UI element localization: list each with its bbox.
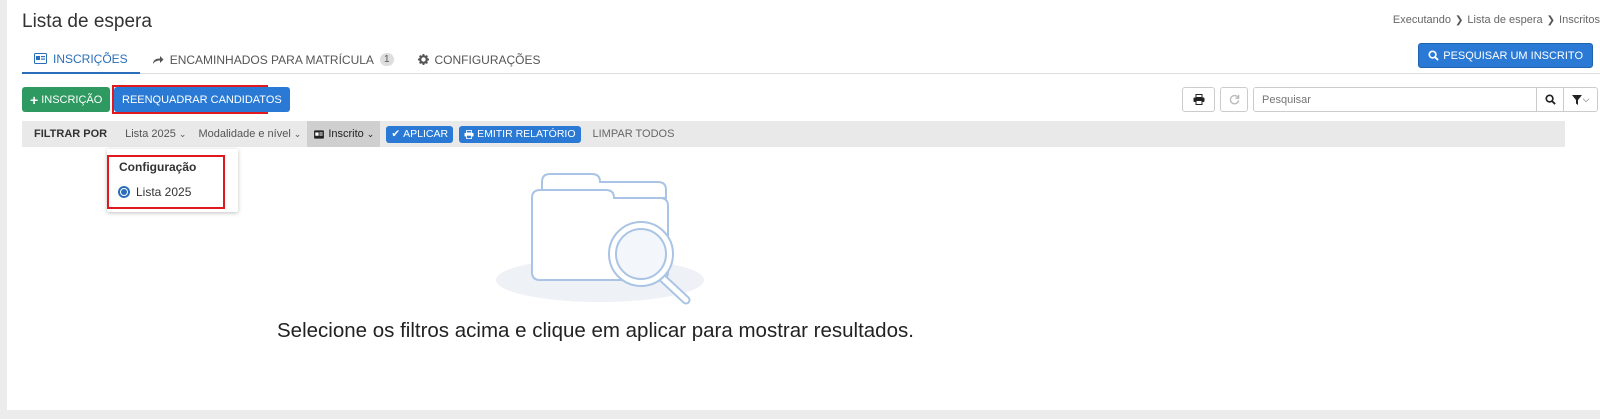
gear-icon <box>417 54 429 65</box>
filter-inscrito-label: Inscrito <box>328 128 364 140</box>
refresh-icon <box>1229 94 1240 105</box>
chevron-right-icon: ❯ <box>1546 14 1556 26</box>
tab-configuracoes[interactable]: CONFIGURAÇÕES <box>406 45 553 74</box>
breadcrumb: Executando ❯ Lista de espera ❯ Inscritos <box>1393 14 1600 26</box>
tab-label: ENCAMINHADOS PARA MATRÍCULA <box>169 52 374 67</box>
tabs: INSCRIÇÕES ENCAMINHADOS PARA MATRÍCULA 1… <box>22 45 1600 74</box>
breadcrumb-item-inscritos: Inscritos <box>1559 14 1600 26</box>
filter-inscrito-dropdown[interactable]: Inscrito ⌄ <box>307 121 381 147</box>
breadcrumb-item-lista[interactable]: Lista de espera <box>1467 14 1542 26</box>
chevron-down-icon: ⌄ <box>178 128 187 139</box>
chevron-down-icon: ⌄ <box>293 128 302 139</box>
clear-all-button[interactable]: LIMPAR TODOS <box>593 128 675 140</box>
filter-icon <box>1571 94 1582 105</box>
breadcrumb-item-executando[interactable]: Executando <box>1393 14 1451 26</box>
id-card-icon <box>34 53 47 64</box>
print-button[interactable] <box>1182 87 1215 112</box>
add-inscricao-label: INSCRIÇÃO <box>41 93 103 106</box>
reenquadrar-button[interactable]: REENQUADRAR CANDIDATOS <box>114 87 290 112</box>
search-icon <box>1544 94 1556 105</box>
filter-bar: FILTRAR POR Lista 2025 ⌄ Modalidade e ní… <box>22 121 1565 147</box>
filter-lista-label: Lista 2025 <box>125 128 176 140</box>
filter-label: FILTRAR POR <box>34 128 108 140</box>
apply-label: APLICAR <box>403 128 449 140</box>
highlight-dropdown <box>107 155 225 209</box>
apply-button[interactable]: ✔ APLICAR <box>386 125 454 143</box>
search-icon <box>1428 50 1439 61</box>
share-icon <box>152 55 164 65</box>
tab-encaminhados[interactable]: ENCAMINHADOS PARA MATRÍCULA 1 <box>140 45 406 74</box>
refresh-button[interactable] <box>1220 87 1248 112</box>
search-input[interactable] <box>1254 88 1536 111</box>
tab-label: CONFIGURAÇÕES <box>434 52 541 67</box>
page-title: Lista de espera <box>22 11 152 32</box>
id-card-icon <box>313 129 325 139</box>
check-icon: ✔ <box>391 128 401 140</box>
print-icon <box>464 129 474 139</box>
filter-modalidade-label: Modalidade e nível <box>198 128 291 140</box>
empty-folder-search-illustration <box>496 168 708 308</box>
search-inscrito-label: PESQUISAR UM INSCRITO <box>1443 49 1583 62</box>
filter-lista-dropdown[interactable]: Lista 2025 ⌄ <box>119 121 192 147</box>
empty-state-message: Selecione os filtros acima e clique em a… <box>277 319 914 342</box>
search-box: ⌵ <box>1253 87 1598 112</box>
report-button[interactable]: EMITIR RELATÓRIO <box>459 125 581 143</box>
count-badge: 1 <box>379 53 394 66</box>
search-inscrito-button[interactable]: PESQUISAR UM INSCRITO <box>1418 43 1593 68</box>
search-submit-button[interactable] <box>1536 88 1563 111</box>
plus-icon: + <box>30 91 39 108</box>
page: Lista de espera Executando ❯ Lista de es… <box>7 0 1600 410</box>
reenquadrar-label: REENQUADRAR CANDIDATOS <box>122 93 282 106</box>
filter-modalidade-dropdown[interactable]: Modalidade e nível ⌄ <box>192 121 307 147</box>
report-label: EMITIR RELATÓRIO <box>477 128 576 140</box>
tab-inscricoes[interactable]: INSCRIÇÕES <box>22 45 140 74</box>
chevron-down-icon: ⌄ <box>366 128 375 139</box>
chevron-right-icon: ❯ <box>1455 14 1464 26</box>
toolbar-right: ⌵ <box>1182 87 1598 112</box>
add-inscricao-button[interactable]: + INSCRIÇÃO <box>22 87 111 112</box>
tab-label: INSCRIÇÕES <box>53 51 128 66</box>
filter-dropdown-button[interactable]: ⌵ <box>1563 88 1597 111</box>
print-icon <box>1193 94 1205 105</box>
chevron-down-icon: ⌵ <box>1582 94 1590 104</box>
